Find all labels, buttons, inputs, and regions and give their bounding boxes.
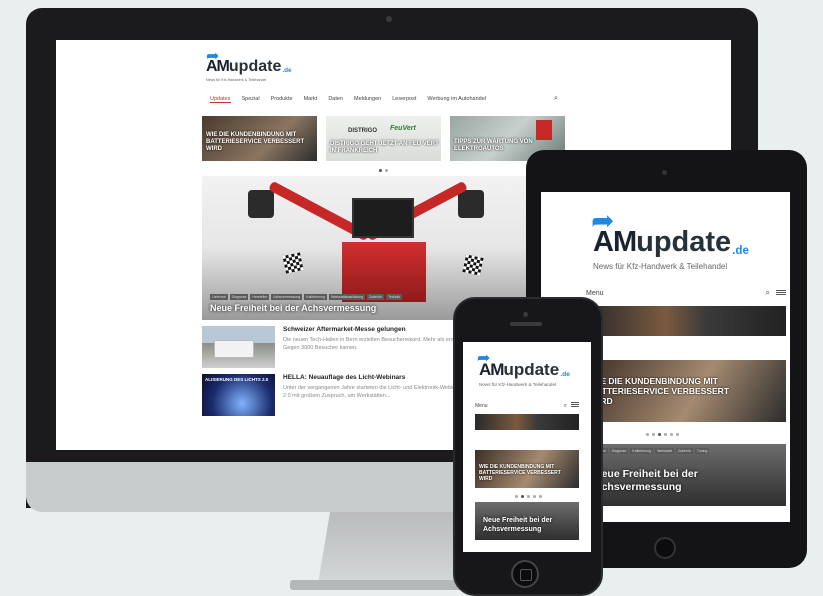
logo-am: AM bbox=[593, 226, 637, 258]
nav-item-produkte[interactable]: Produkte bbox=[271, 96, 293, 103]
logo-tld: .de bbox=[732, 244, 749, 257]
tablet-hero[interactable]: Lieferant Diagnose Kalibrierung Werkstat… bbox=[586, 444, 786, 506]
tag[interactable]: Werkstattausrüstung bbox=[328, 294, 365, 300]
logo-update: update bbox=[228, 58, 282, 75]
logo-tld: .de bbox=[560, 371, 571, 378]
tag[interactable]: Hersteller bbox=[250, 294, 270, 300]
phone-slide[interactable]: Wie die Kundenbindung mit Batterieservic… bbox=[475, 450, 579, 488]
hamburger-icon[interactable] bbox=[776, 290, 786, 295]
slide-caption: Wie die Kundenbindung mit Batterieservic… bbox=[479, 464, 561, 482]
tablet-logo[interactable]: ➦ AM update .de News für Kfz-Handwerk & Te… bbox=[591, 204, 761, 274]
hero-title: Neue Freiheit bei der Achsvermessung bbox=[594, 468, 698, 493]
slider-dots[interactable] bbox=[379, 169, 388, 172]
tablet-ad-banner[interactable] bbox=[586, 306, 786, 336]
tag[interactable]: Lieferant bbox=[210, 294, 228, 300]
tag[interactable]: Achsvermessung bbox=[271, 294, 303, 300]
tag[interactable]: Zubehör bbox=[367, 294, 385, 300]
nav-item-meldungen[interactable]: Meldungen bbox=[354, 96, 381, 103]
nav-item-werbung[interactable]: Werbung im Autohandel bbox=[427, 96, 486, 103]
search-icon[interactable]: ⌕ bbox=[564, 403, 567, 409]
target-left bbox=[282, 252, 304, 274]
tablet-slider-dots[interactable] bbox=[646, 433, 679, 436]
search-icon[interactable]: ⌕ bbox=[554, 95, 558, 103]
phone-speaker bbox=[510, 322, 542, 326]
nav-item-updates[interactable]: Updates bbox=[210, 96, 231, 103]
logo-update: update bbox=[503, 360, 560, 379]
menu-label[interactable]: Menu bbox=[586, 290, 604, 297]
search-icon[interactable]: ⌕ bbox=[766, 288, 770, 297]
tablet-menubar: Menu ⌕ bbox=[586, 288, 786, 298]
phone-logo[interactable]: ➦ AM update .de News für Kfz-Handwerk & Te… bbox=[477, 348, 587, 392]
post-thumb-hella[interactable]: ALISIERUNG DES LICHTS 2.0 bbox=[202, 374, 275, 416]
logo-update: update bbox=[636, 226, 732, 258]
tile-battery-service[interactable]: Wie die Kundenbindung mit Batterieservic… bbox=[202, 116, 317, 161]
feuvert-logo: FeuVert bbox=[390, 125, 416, 132]
nav-item-leserpost[interactable]: Leserpost bbox=[392, 96, 416, 103]
main-nav: Updates Spezial Produkte Markt Daten Mel… bbox=[210, 96, 486, 103]
phone-ad-banner[interactable] bbox=[475, 414, 579, 430]
imac-camera bbox=[386, 16, 392, 22]
tag[interactable]: Diagnose bbox=[229, 294, 249, 300]
charger-shape bbox=[536, 120, 552, 140]
phone-hero[interactable]: Neue Freiheit bei der Achsvermessung bbox=[475, 502, 579, 540]
machine-monitor bbox=[352, 198, 414, 238]
hero-title[interactable]: Neue Freiheit bei der Achsvermessung bbox=[210, 303, 376, 313]
hamburger-icon[interactable] bbox=[571, 402, 579, 407]
tablet-camera bbox=[662, 170, 667, 175]
logo-am: AM bbox=[479, 360, 504, 379]
logo-tld: .de bbox=[282, 67, 292, 74]
tagline: News für Kfz-Handwerk & Teilehandel bbox=[479, 382, 557, 387]
post-thumb-messe[interactable] bbox=[202, 326, 275, 368]
tag[interactable]: Kalibrierung bbox=[630, 448, 654, 454]
machine-cabinet bbox=[342, 242, 426, 302]
tagline: News für Kfz-Handwerk & Teilehandel bbox=[206, 78, 267, 82]
tag[interactable]: Werkstatt bbox=[655, 448, 674, 454]
phone-screen: ➦ AM update .de News für Kfz-Handwerk & Te… bbox=[463, 342, 591, 552]
target-right bbox=[462, 254, 484, 276]
machine-camera-left bbox=[248, 190, 274, 218]
tablet-home-button[interactable] bbox=[654, 537, 676, 559]
tag[interactable]: Diagnose bbox=[609, 448, 629, 454]
phone-menubar: Menu ⌕ bbox=[475, 402, 579, 410]
tag[interactable]: Kalibrierung bbox=[304, 294, 327, 300]
tent-shape bbox=[214, 340, 254, 358]
imac-stand bbox=[318, 512, 468, 584]
hero-title: Neue Freiheit bei der Achsvermessung bbox=[483, 517, 553, 533]
phone-camera bbox=[523, 312, 528, 317]
tagline: News für Kfz-Handwerk & Teilehandel bbox=[593, 262, 728, 271]
tile-caption: Wie die Kundenbindung mit Batterieservic… bbox=[206, 132, 305, 152]
nav-item-markt[interactable]: Markt bbox=[304, 96, 318, 103]
slide-caption: Wie die Kundenbindung mit Batterieservic… bbox=[590, 376, 730, 406]
menu-label[interactable]: Menu bbox=[475, 403, 488, 409]
tag[interactable]: Technik bbox=[386, 294, 402, 300]
thumb-caption: ALISIERUNG DES LICHTS 2.0 bbox=[205, 377, 269, 382]
distrigo-logo: DISTRIGO bbox=[348, 128, 378, 134]
phone-home-button[interactable] bbox=[511, 560, 539, 588]
tile-caption: Distrigo geht jetzt an Feu Vert in Frank… bbox=[330, 141, 439, 154]
logo-am: AM bbox=[206, 58, 230, 75]
phone-slider-dots[interactable] bbox=[515, 495, 542, 498]
nav-item-daten[interactable]: Daten bbox=[328, 96, 343, 103]
nav-item-spezial[interactable]: Spezial bbox=[242, 96, 260, 103]
tag[interactable]: Zubehör bbox=[675, 448, 693, 454]
tablet-slide[interactable]: Wie die Kundenbindung mit Batterieservic… bbox=[586, 360, 786, 422]
tablet-tags: Lieferant Diagnose Kalibrierung Werkstat… bbox=[590, 448, 780, 454]
tile-distrigo[interactable]: DISTRIGO FeuVert Distrigo geht jetzt an … bbox=[326, 116, 441, 161]
desktop-logo[interactable]: ➦ AM update .de News für Kfz-Handwerk & Te… bbox=[204, 46, 304, 86]
tag[interactable]: Tuning bbox=[694, 448, 710, 454]
machine-camera-right bbox=[458, 190, 484, 218]
hero-tags: Lieferant Diagnose Hersteller Achsvermes… bbox=[210, 294, 480, 300]
